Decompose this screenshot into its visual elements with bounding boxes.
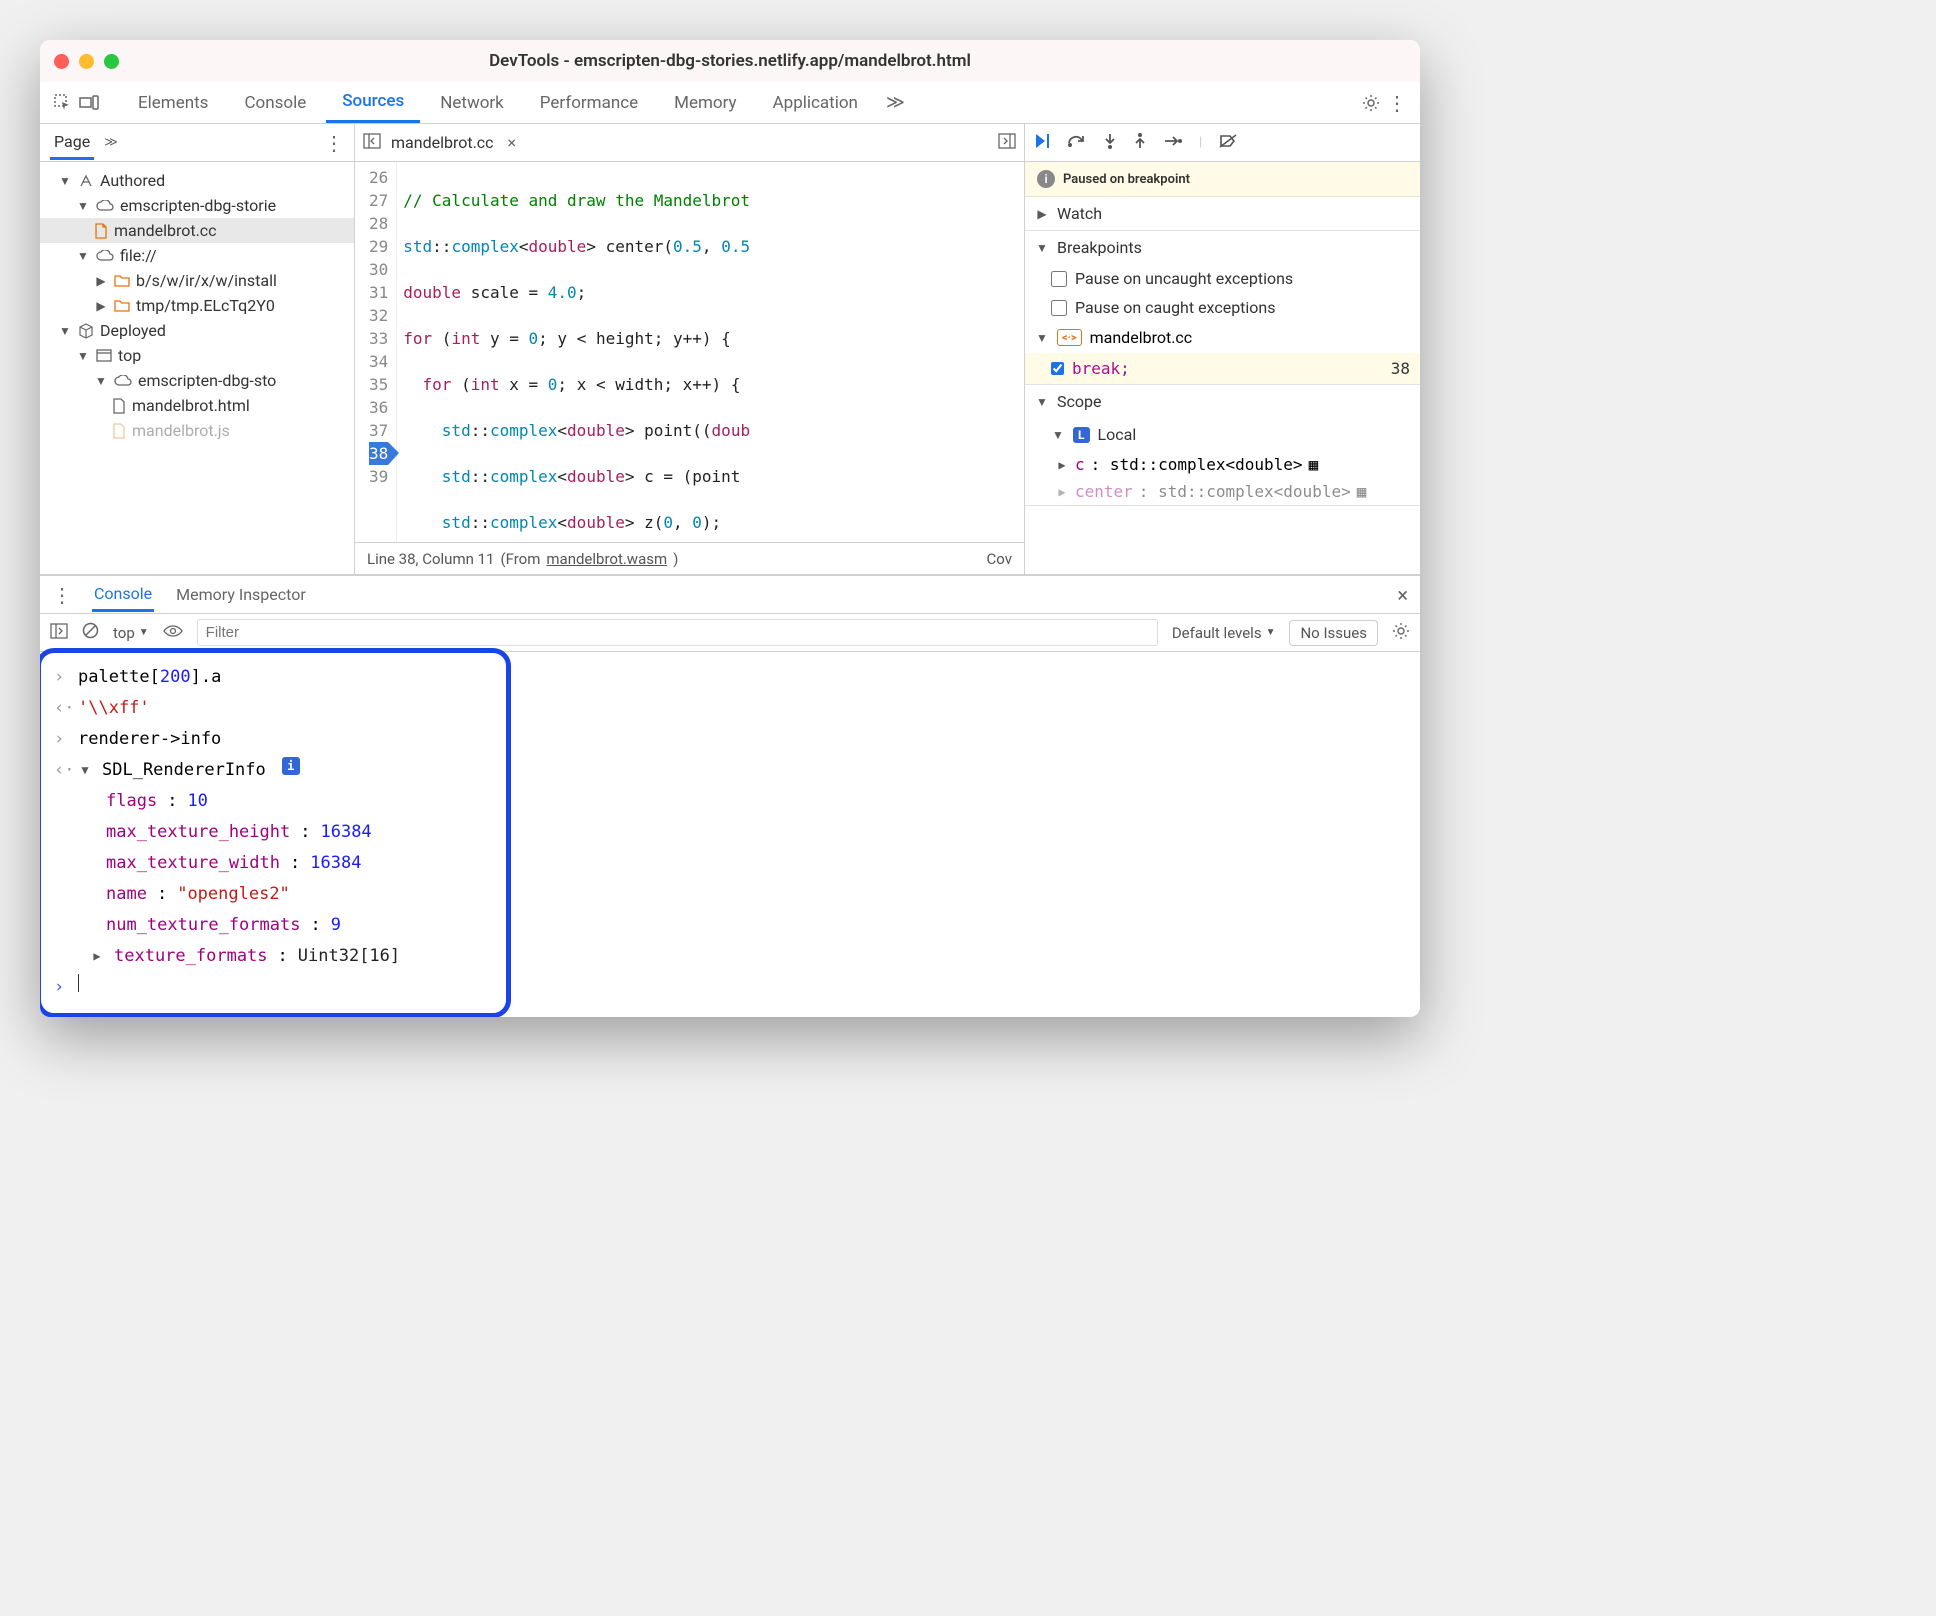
context-selector[interactable]: top▼ xyxy=(113,624,149,642)
close-drawer-icon[interactable]: × xyxy=(1397,583,1408,607)
tree-mandelbrot-cc[interactable]: mandelbrot.cc xyxy=(40,218,354,243)
main-tabs: Elements Console Sources Network Perform… xyxy=(40,82,1420,124)
tab-memory[interactable]: Memory xyxy=(658,82,752,123)
window-title: DevTools - emscripten-dbg-stories.netlif… xyxy=(40,51,1420,71)
devtools-window: DevTools - emscripten-dbg-stories.netlif… xyxy=(40,40,1420,1017)
memory-icon[interactable]: ▦ xyxy=(1309,455,1319,474)
code-body[interactable]: // Calculate and draw the Mandelbrot std… xyxy=(397,162,750,542)
tab-application[interactable]: Application xyxy=(757,82,874,123)
drawer-tab-console[interactable]: Console xyxy=(92,578,154,612)
scope-var-c[interactable]: ▶c: std::complex<double>▦ xyxy=(1025,451,1420,478)
watch-section[interactable]: ▶Watch xyxy=(1025,197,1420,230)
debugger-toolbar: | xyxy=(1025,124,1420,162)
console-body: ›palette[200].a ‹·'\\xff' ›renderer->inf… xyxy=(40,652,1420,1017)
gutter[interactable]: 2627282930313233343536373839 xyxy=(355,162,397,542)
sources-sidebar: Page ≫ ⋮ ▼Authored ▼emscripten-dbg-stori… xyxy=(40,124,355,574)
close-tab-icon[interactable]: × xyxy=(508,133,517,152)
step-out-icon[interactable] xyxy=(1133,132,1147,154)
tree-site[interactable]: ▼emscripten-dbg-storie xyxy=(40,193,354,218)
tree-path-b[interactable]: ▶tmp/tmp.ELcTq2Y0 xyxy=(40,293,354,318)
file-tree: ▼Authored ▼emscripten-dbg-storie mandelb… xyxy=(40,162,354,449)
sidebar-tab-page[interactable]: Page xyxy=(50,126,94,160)
titlebar: DevTools - emscripten-dbg-stories.netlif… xyxy=(40,40,1420,82)
source-editor: mandelbrot.cc × 262728293031323334353637… xyxy=(355,124,1025,574)
deactivate-breakpoints-icon[interactable] xyxy=(1218,133,1238,153)
scope-local[interactable]: ▼LLocal xyxy=(1025,418,1420,451)
kebab-icon[interactable]: ⋮ xyxy=(1386,92,1408,114)
levels-selector[interactable]: Default levels▼ xyxy=(1172,624,1276,642)
resume-icon[interactable] xyxy=(1033,132,1051,154)
filter-input[interactable] xyxy=(197,619,1158,646)
pause-uncaught-checkbox[interactable]: Pause on uncaught exceptions xyxy=(1025,264,1420,293)
clear-console-icon[interactable] xyxy=(82,622,99,643)
live-expression-icon[interactable] xyxy=(163,624,183,642)
tab-network[interactable]: Network xyxy=(424,82,520,123)
source-map-link[interactable]: mandelbrot.wasm xyxy=(546,550,667,568)
device-icon[interactable] xyxy=(78,92,100,114)
scope-var-center[interactable]: ▶center: std::complex<double>▦ xyxy=(1025,478,1420,505)
tree-path-a[interactable]: ▶b/s/w/ir/x/w/install xyxy=(40,268,354,293)
gear-icon[interactable] xyxy=(1360,92,1382,114)
breakpoint-file[interactable]: ▼<·>mandelbrot.cc xyxy=(1025,322,1420,353)
step-into-icon[interactable] xyxy=(1103,132,1117,154)
editor-tab-filename[interactable]: mandelbrot.cc xyxy=(391,133,494,152)
show-sidebar-icon[interactable] xyxy=(50,623,68,643)
scope-section[interactable]: ▼Scope xyxy=(1025,385,1420,418)
debugger-panel: | i Paused on breakpoint ▶Watch ▼Breakpo… xyxy=(1025,124,1420,574)
tab-console[interactable]: Console xyxy=(228,82,322,123)
tree-mandelbrot-js[interactable]: mandelbrot.js xyxy=(40,418,354,443)
console-settings-icon[interactable] xyxy=(1392,622,1410,644)
tree-authored[interactable]: ▼Authored xyxy=(40,168,354,193)
toggle-navigator-icon[interactable] xyxy=(363,133,381,153)
tree-top[interactable]: ▼top xyxy=(40,343,354,368)
console-toolbar: top▼ Default levels▼ No Issues xyxy=(40,614,1420,652)
tab-elements[interactable]: Elements xyxy=(122,82,224,123)
tab-sources[interactable]: Sources xyxy=(326,82,420,123)
drawer-tab-memory-inspector[interactable]: Memory Inspector xyxy=(174,579,308,610)
tree-file-scheme[interactable]: ▼file:// xyxy=(40,243,354,268)
drawer-kebab-icon[interactable]: ⋮ xyxy=(52,583,72,607)
sidebar-kebab-icon[interactable]: ⋮ xyxy=(324,131,344,155)
info-icon: i xyxy=(1037,170,1055,188)
sidebar-more-icon[interactable]: ≫ xyxy=(104,135,118,150)
pause-caught-checkbox[interactable]: Pause on caught exceptions xyxy=(1025,293,1420,322)
step-icon[interactable] xyxy=(1163,134,1183,152)
tree-site2[interactable]: ▼emscripten-dbg-sto xyxy=(40,368,354,393)
breakpoint-line[interactable]: break;38 xyxy=(1025,353,1420,384)
paused-banner: i Paused on breakpoint xyxy=(1025,162,1420,197)
tree-deployed[interactable]: ▼Deployed xyxy=(40,318,354,343)
step-over-icon[interactable] xyxy=(1067,133,1087,153)
editor-status: Line 38, Column 11 (From mandelbrot.wasm… xyxy=(355,542,1024,574)
tree-mandelbrot-html[interactable]: mandelbrot.html xyxy=(40,393,354,418)
drawer: ⋮ Console Memory Inspector × top▼ Defaul… xyxy=(40,574,1420,1017)
show-navigator-icon[interactable] xyxy=(998,133,1016,153)
inspect-icon[interactable] xyxy=(52,92,74,114)
tab-performance[interactable]: Performance xyxy=(524,82,654,123)
highlight-box xyxy=(40,648,511,1017)
no-issues-button[interactable]: No Issues xyxy=(1289,620,1378,646)
more-tabs-icon[interactable]: ≫ xyxy=(878,92,913,113)
breakpoints-section[interactable]: ▼Breakpoints xyxy=(1025,231,1420,264)
source-badge-icon: <·> xyxy=(1057,329,1082,346)
